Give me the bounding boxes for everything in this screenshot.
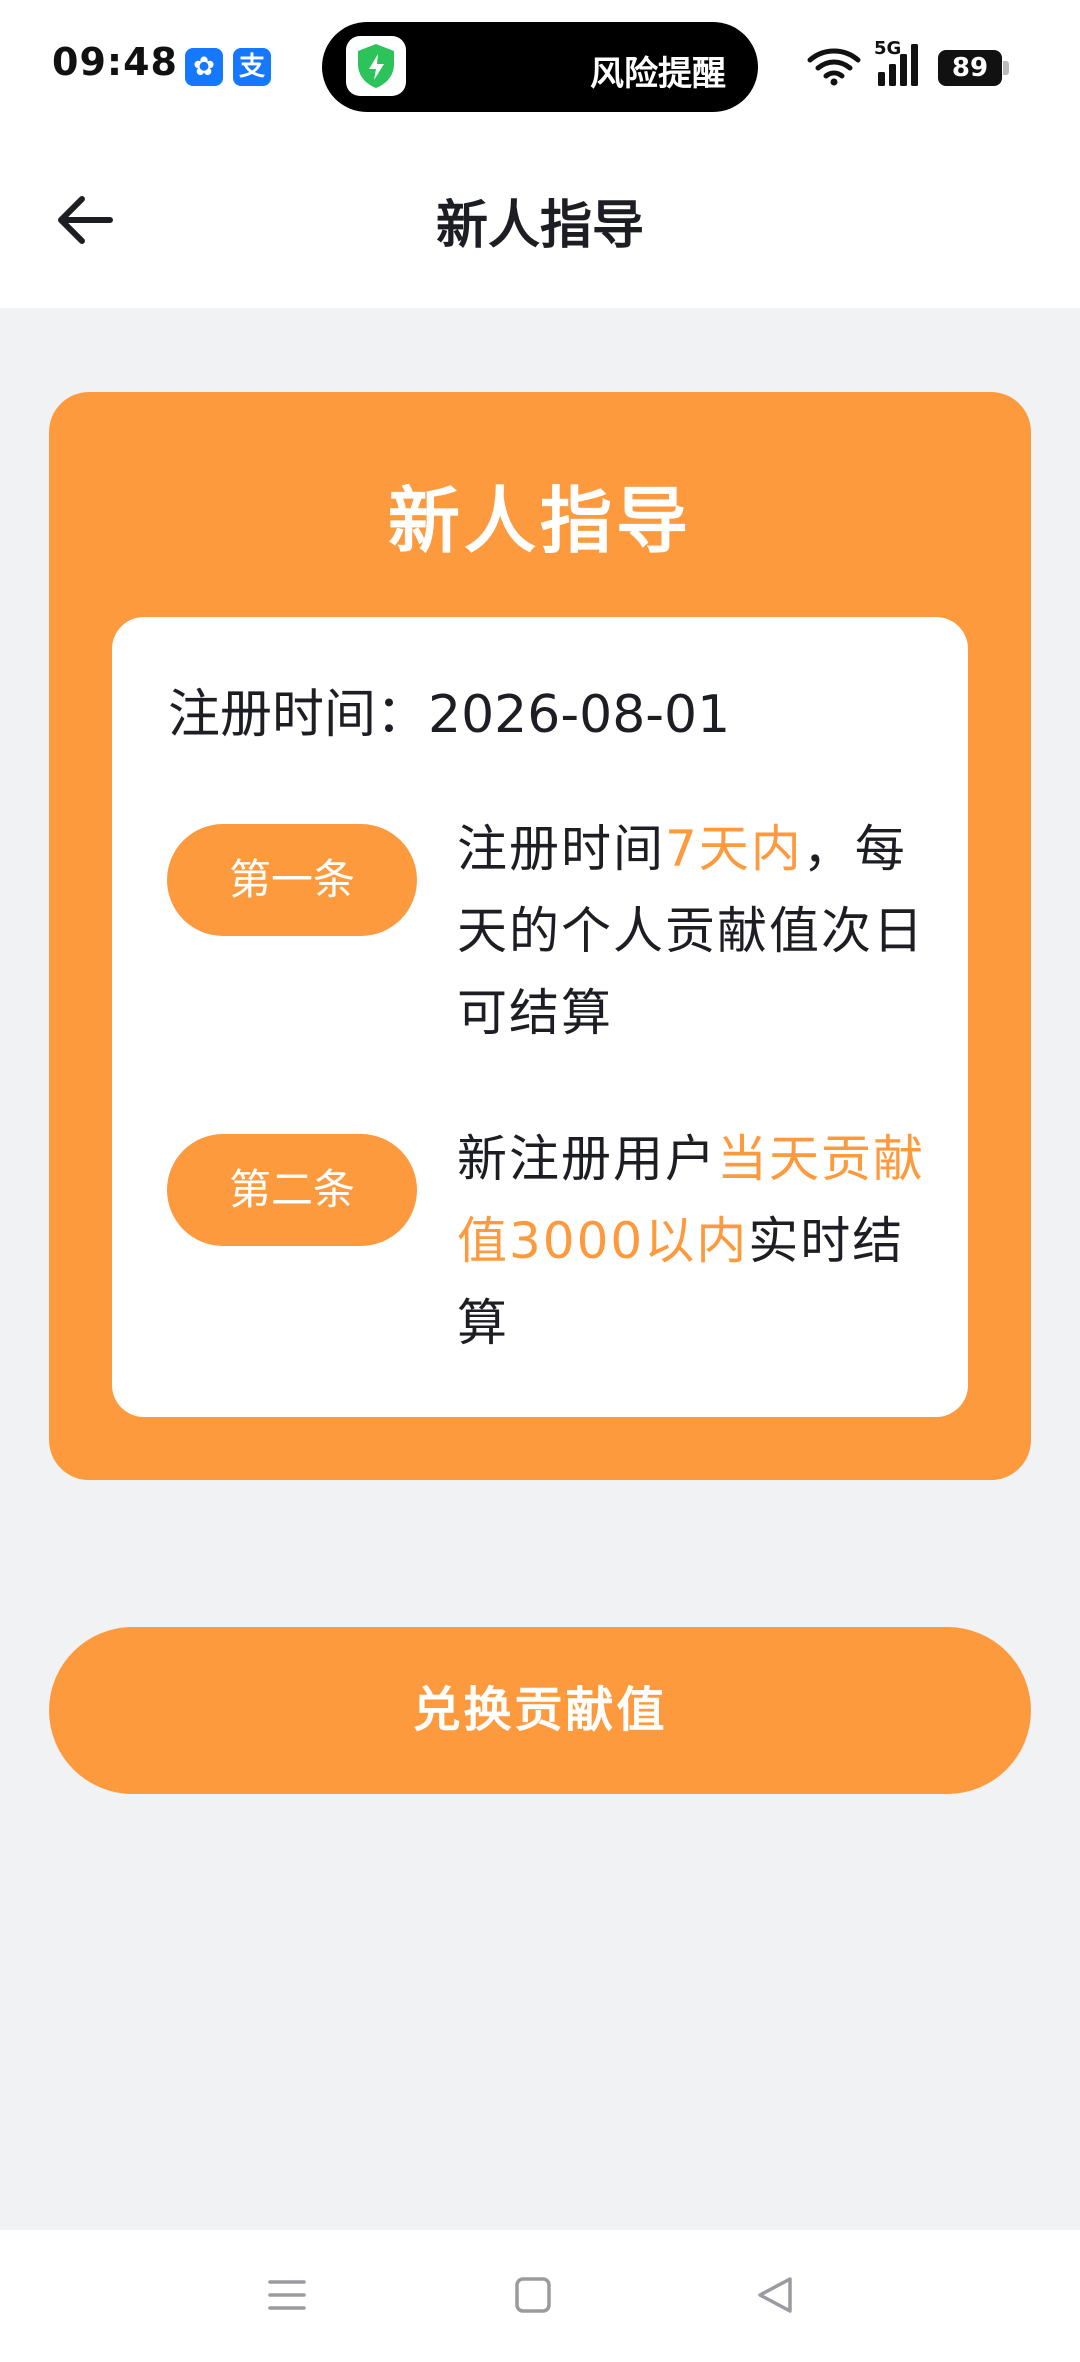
registration-time: 注册时间：2026-08-01 <box>168 672 730 747</box>
registration-date-value: 2026-08-01 <box>428 685 731 745</box>
status-time: 09:48 <box>52 40 178 84</box>
rule-1-text-part1: 注册时间 <box>457 820 665 878</box>
battery-tip-icon <box>1003 61 1009 75</box>
app-notification-icon: ✿ <box>185 48 223 86</box>
rule-1-text: 注册时间7天内，每天的个人贡献值次日可结算 <box>457 808 927 1054</box>
rule-2-badge: 第二条 <box>167 1134 417 1246</box>
security-shield-icon <box>346 36 406 96</box>
guide-rules-panel: 注册时间：2026-08-01 第一条 注册时间7天内，每天的个人贡献值次日可结… <box>112 617 968 1417</box>
rule-1-badge: 第一条 <box>167 824 417 936</box>
alipay-notification-icon: 支 <box>233 48 271 86</box>
newcomer-guide-card: 新人指导 注册时间：2026-08-01 第一条 注册时间7天内，每天的个人贡献… <box>49 392 1031 1480</box>
back-triangle-icon[interactable] <box>752 2272 798 2318</box>
rule-2-text: 新注册用户当天贡献值3000以内实时结算 <box>457 1118 927 1364</box>
rule-1-highlight: 7天内 <box>665 820 803 878</box>
registration-time-label: 注册时间： <box>168 685 429 745</box>
rule-2-text-part1: 新注册用户 <box>457 1130 717 1188</box>
wifi-icon <box>807 48 861 86</box>
menu-icon[interactable] <box>264 2272 310 2318</box>
page-title: 新人指导 <box>435 196 644 256</box>
status-bar: 09:48 ✿ 支 风险提醒 5G 89 <box>0 0 1080 135</box>
system-navigation-bar <box>0 2230 1080 2362</box>
card-title: 新人指导 <box>387 479 692 563</box>
dynamic-island-alert[interactable]: 风险提醒 <box>322 22 758 112</box>
cellular-signal-icon <box>878 44 918 86</box>
battery-level: 89 <box>938 50 1002 86</box>
home-square-icon[interactable] <box>510 2272 556 2318</box>
top-navigation-bar: 新人指导 <box>0 135 1080 308</box>
island-alert-text: 风险提醒 <box>590 54 726 94</box>
exchange-contribution-button[interactable]: 兑换贡献值 <box>49 1627 1031 1794</box>
